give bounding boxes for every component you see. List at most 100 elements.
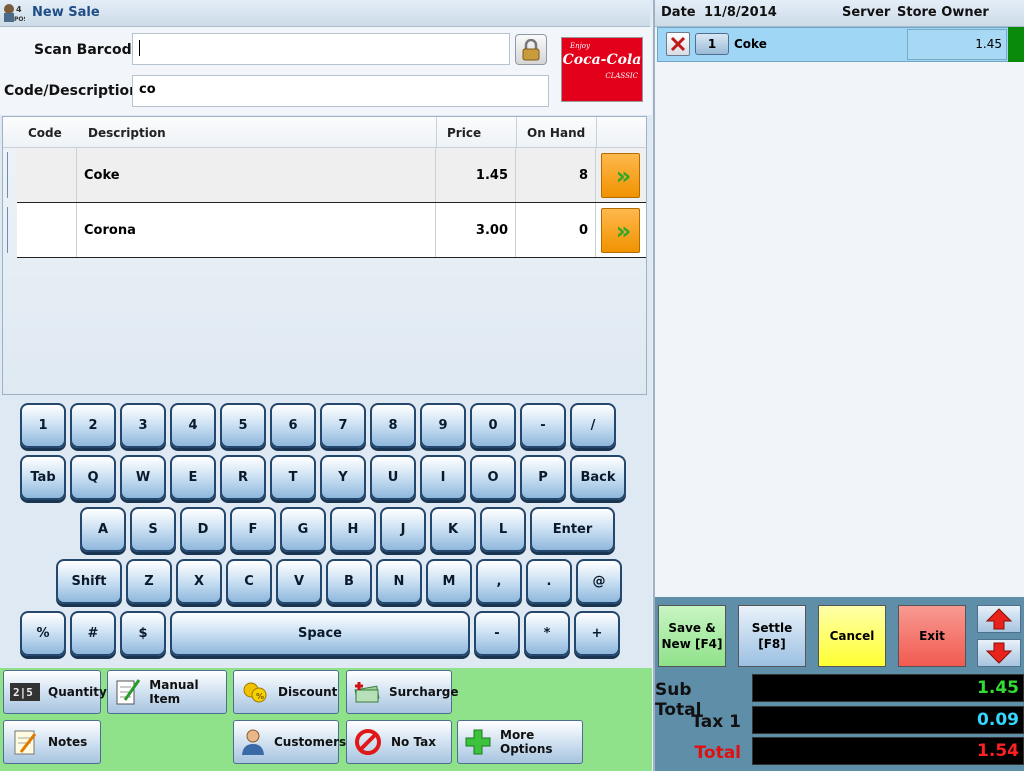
receipt-panel: Date 11/8/2014 Server Store Owner 1 Coke… (653, 0, 1024, 771)
divider (436, 117, 437, 148)
key-at[interactable]: @ (576, 559, 622, 604)
key-q[interactable]: Q (70, 455, 116, 500)
key-tab[interactable]: Tab (20, 455, 66, 500)
scan-barcode-input[interactable] (132, 33, 510, 65)
key-9[interactable]: 9 (420, 403, 466, 448)
double-chevron-right-icon: » (615, 216, 631, 245)
key-v[interactable]: V (276, 559, 322, 604)
key-d[interactable]: D (180, 507, 226, 552)
more-options-button[interactable]: More Options (457, 720, 583, 764)
product-grid: Code Description Price On Hand Coke 1.45… (2, 116, 647, 395)
key-minus[interactable]: - (520, 403, 566, 448)
more-options-label: More Options (500, 728, 553, 756)
discount-button[interactable]: % Discount (233, 670, 339, 714)
settle-button[interactable]: Settle [F8] (738, 605, 806, 667)
key-slash[interactable]: / (570, 403, 616, 448)
add-item-button[interactable]: » (601, 208, 640, 253)
key-h[interactable]: H (330, 507, 376, 552)
notes-label: Notes (48, 735, 88, 749)
customers-button[interactable]: Customers (233, 720, 346, 764)
key-n[interactable]: N (376, 559, 422, 604)
key-o[interactable]: O (470, 455, 516, 500)
cancel-button[interactable]: Cancel (818, 605, 886, 667)
table-row[interactable]: Corona 3.00 0 » (17, 203, 646, 258)
key-hash[interactable]: # (70, 611, 116, 656)
key-g[interactable]: G (280, 507, 326, 552)
key-z[interactable]: Z (126, 559, 172, 604)
key-percent[interactable]: % (20, 611, 66, 656)
exit-button[interactable]: Exit (898, 605, 966, 667)
lock-button[interactable] (515, 34, 547, 65)
code-description-input[interactable]: co (132, 75, 549, 107)
key-8[interactable]: 8 (370, 403, 416, 448)
column-price[interactable]: Price (447, 126, 481, 140)
key-a[interactable]: A (80, 507, 126, 552)
key-b[interactable]: B (326, 559, 372, 604)
key-r[interactable]: R (220, 455, 266, 500)
key-5[interactable]: 5 (220, 403, 266, 448)
cell-code (17, 203, 77, 257)
key-enter[interactable]: Enter (530, 507, 615, 552)
key-back[interactable]: Back (570, 455, 626, 500)
table-row[interactable]: Coke 1.45 8 » (17, 148, 646, 203)
key-w[interactable]: W (120, 455, 166, 500)
settle-shortcut: [F8] (758, 637, 786, 651)
svg-text:POS: POS (14, 16, 25, 23)
key-asterisk[interactable]: * (524, 611, 570, 656)
key-i[interactable]: I (420, 455, 466, 500)
key-p[interactable]: P (520, 455, 566, 500)
manual-item-button[interactable]: Manual Item (107, 670, 227, 714)
key-l[interactable]: L (480, 507, 526, 552)
cell-price: 1.45 (436, 148, 516, 202)
key-t[interactable]: T (270, 455, 316, 500)
key-c[interactable]: C (226, 559, 272, 604)
key-x[interactable]: X (176, 559, 222, 604)
customers-label: Customers (274, 735, 347, 749)
surcharge-button[interactable]: Surcharge (346, 670, 459, 714)
key-comma[interactable]: , (476, 559, 522, 604)
save-new-button[interactable]: Save & New [F4] (658, 605, 726, 667)
lock-icon (522, 38, 540, 60)
no-symbol-icon (353, 727, 383, 757)
key-space[interactable]: Space (170, 611, 470, 656)
key-4[interactable]: 4 (170, 403, 216, 448)
scroll-down-button[interactable] (977, 639, 1021, 667)
key-y[interactable]: Y (320, 455, 366, 500)
key-1[interactable]: 1 (20, 403, 66, 448)
key-dollar[interactable]: $ (120, 611, 166, 656)
sale-line-item[interactable]: 1 Coke 1.45 (657, 27, 1024, 62)
key-period[interactable]: . (526, 559, 572, 604)
row-selector (7, 207, 13, 253)
line-qty-button[interactable]: 1 (695, 33, 729, 55)
key-2[interactable]: 2 (70, 403, 116, 448)
key-3[interactable]: 3 (120, 403, 166, 448)
notes-button[interactable]: Notes (3, 720, 101, 764)
cell-price: 3.00 (436, 203, 516, 257)
key-6[interactable]: 6 (270, 403, 316, 448)
key-f[interactable]: F (230, 507, 276, 552)
key-minus[interactable]: - (474, 611, 520, 656)
key-j[interactable]: J (380, 507, 426, 552)
server-value: Store Owner (897, 5, 989, 20)
key-s[interactable]: S (130, 507, 176, 552)
key-7[interactable]: 7 (320, 403, 366, 448)
key-shift[interactable]: Shift (56, 559, 122, 604)
quantity-button[interactable]: 2|5 Quantity (3, 670, 107, 714)
key-0[interactable]: 0 (470, 403, 516, 448)
remove-line-button[interactable] (666, 32, 690, 56)
sale-panel: 4POS New Sale Scan Barcode Enjoy Coca-Co… (0, 0, 652, 771)
add-item-button[interactable]: » (601, 153, 640, 198)
title-bar: 4 POS New Sale (0, 0, 650, 27)
column-on-hand[interactable]: On Hand (527, 126, 585, 140)
no-tax-button[interactable]: No Tax (346, 720, 452, 764)
key-m[interactable]: M (426, 559, 472, 604)
server-label: Server (842, 5, 891, 20)
key-k[interactable]: K (430, 507, 476, 552)
column-description[interactable]: Description (88, 126, 166, 140)
key-u[interactable]: U (370, 455, 416, 500)
notepad-icon (10, 727, 40, 757)
key-e[interactable]: E (170, 455, 216, 500)
scroll-up-button[interactable] (977, 605, 1021, 633)
key-plus[interactable]: + (574, 611, 620, 656)
column-code[interactable]: Code (28, 126, 62, 140)
